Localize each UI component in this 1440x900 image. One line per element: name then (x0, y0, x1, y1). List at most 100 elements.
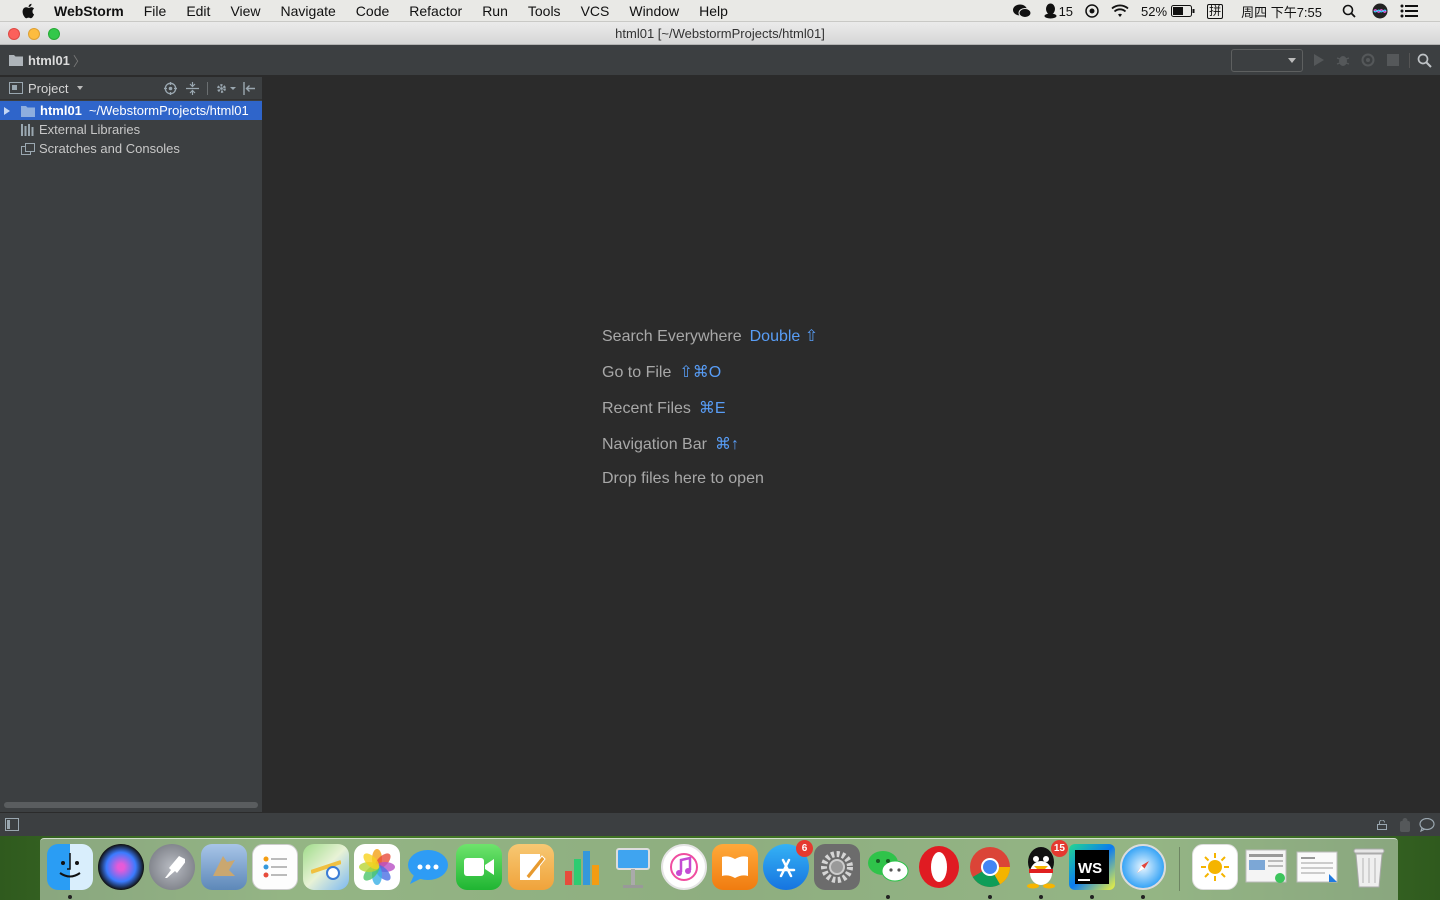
opera-icon[interactable] (916, 844, 962, 890)
hint-drop-files: Drop files here to open (602, 470, 764, 487)
qq-icon[interactable]: 15 (1018, 840, 1068, 890)
launchpad-icon[interactable] (149, 844, 195, 890)
status-bar (0, 812, 1440, 836)
menu-run[interactable]: Run (472, 0, 518, 22)
keynote-icon[interactable] (610, 844, 656, 890)
clock[interactable]: 周四 下午7:55 (1241, 2, 1322, 21)
wechat-status-icon[interactable] (1012, 3, 1032, 19)
vpn-icon[interactable] (1085, 4, 1099, 18)
notification-center-icon[interactable] (1400, 4, 1418, 18)
editor-area[interactable]: Search Everywhere Double ⇧ Go to File ⇧⌘O … (264, 77, 1440, 812)
ibooks-icon[interactable] (712, 844, 758, 890)
run-configuration-select[interactable] (1231, 49, 1303, 72)
locate-file-icon[interactable] (164, 82, 177, 95)
webstorm-logo-underline (1078, 879, 1090, 881)
window-title-bar: html01 [~/WebstormProjects/html01] (0, 22, 1440, 45)
inspector-icon[interactable] (1399, 818, 1411, 832)
system-preferences-icon[interactable] (814, 844, 860, 890)
brightness-app-icon[interactable] (1192, 844, 1238, 890)
wifi-icon[interactable] (1111, 4, 1129, 18)
qq-badge: 15 (1050, 840, 1068, 857)
itunes-icon[interactable] (661, 844, 707, 890)
stop-icon[interactable] (1385, 52, 1401, 68)
tree-item-external-libraries[interactable]: External Libraries (0, 120, 262, 139)
menu-vcs[interactable]: VCS (571, 0, 620, 22)
lock-icon[interactable] (1377, 820, 1387, 830)
folder-icon (9, 54, 23, 66)
reminders-icon[interactable] (252, 844, 298, 890)
running-indicator (1090, 895, 1094, 899)
app-store-badge: 6 (796, 840, 813, 857)
breadcrumb[interactable]: html01 〉 (9, 51, 86, 70)
apple-icon[interactable] (18, 3, 38, 19)
menu-tools[interactable]: Tools (518, 0, 571, 22)
tool-windows-toggle-icon[interactable] (5, 818, 19, 831)
app-store-icon[interactable]: 6 (763, 840, 813, 890)
running-indicator (886, 895, 890, 899)
menu-help[interactable]: Help (689, 0, 738, 22)
menu-navigate[interactable]: Navigate (271, 0, 346, 22)
menu-bar: WebStorm File Edit View Navigate Code Re… (0, 0, 1440, 22)
pages-icon[interactable] (508, 844, 554, 890)
coverage-icon[interactable] (1360, 52, 1376, 68)
navigation-bar: html01 〉 (0, 45, 1440, 76)
menu-app-name[interactable]: WebStorm (52, 0, 134, 22)
safari-icon[interactable] (1120, 844, 1166, 890)
project-view-selector[interactable]: Project (9, 80, 84, 96)
menu-edit[interactable]: Edit (176, 0, 220, 22)
facetime-icon[interactable] (456, 844, 502, 890)
documents-folder-icon[interactable] (1294, 844, 1340, 890)
hint-label: Navigation Bar (602, 436, 707, 453)
debug-icon[interactable] (1335, 52, 1351, 68)
numbers-icon[interactable] (559, 844, 605, 890)
collapse-all-icon[interactable] (186, 82, 199, 95)
spotlight-search-icon[interactable] (1342, 4, 1356, 18)
battery-icon[interactable] (1171, 5, 1195, 17)
webstorm-icon[interactable]: WS (1069, 844, 1115, 890)
hide-panel-icon[interactable] (243, 82, 256, 95)
input-method[interactable]: 拼 (1207, 3, 1224, 19)
hint-label: Search Everywhere (602, 328, 742, 345)
menu-code[interactable]: Code (346, 0, 399, 22)
close-window-button[interactable] (8, 28, 20, 40)
tree-item-label: Scratches and Consoles (39, 141, 180, 156)
wechat-icon[interactable] (865, 844, 911, 890)
project-panel-title: Project (28, 80, 69, 96)
tree-item-html01[interactable]: html01 ~/WebstormProjects/html01 (0, 101, 262, 120)
screenshot-folder-icon[interactable] (1243, 844, 1289, 890)
chevron-right-icon: 〉 (72, 53, 86, 69)
tree-item-path: ~/WebstormProjects/html01 (88, 103, 249, 118)
siri-icon[interactable] (1372, 3, 1388, 19)
run-icon[interactable] (1311, 52, 1327, 68)
hint-go-to-file: Go to File ⇧⌘O (602, 362, 721, 382)
menu-file[interactable]: File (134, 0, 177, 22)
chrome-icon[interactable] (967, 844, 1013, 890)
photos-icon[interactable] (354, 844, 400, 890)
qq-status-icon[interactable] (1044, 3, 1057, 19)
mail-ext-icon[interactable] (201, 844, 247, 890)
finder-icon[interactable] (47, 844, 93, 890)
zoom-window-button[interactable] (48, 28, 60, 40)
menu-view[interactable]: View (220, 0, 270, 22)
gear-icon[interactable] (215, 82, 228, 95)
hint-label: Recent Files (602, 400, 691, 417)
messages-icon[interactable] (405, 844, 451, 890)
search-icon[interactable] (1416, 52, 1432, 68)
breadcrumb-label: html01 (28, 52, 70, 68)
chevron-down-icon (230, 87, 236, 90)
menu-window[interactable]: Window (619, 0, 689, 22)
expand-arrow-icon[interactable] (4, 106, 10, 115)
project-panel: Project html01 ~/WebstormProjects/html01… (0, 77, 263, 812)
menu-refactor[interactable]: Refactor (399, 0, 472, 22)
maps-icon[interactable] (303, 844, 349, 890)
siri-dock-icon[interactable] (98, 844, 144, 890)
libraries-icon (21, 123, 35, 136)
event-log-icon[interactable] (1419, 818, 1435, 832)
hint-recent-files: Recent Files ⌘E (602, 398, 726, 418)
trash-icon[interactable] (1346, 844, 1392, 890)
chevron-down-icon (77, 86, 84, 90)
hint-label: Go to File (602, 364, 672, 381)
horizontal-scrollbar[interactable] (4, 802, 258, 808)
tree-item-scratches[interactable]: Scratches and Consoles (0, 139, 262, 158)
minimize-window-button[interactable] (28, 28, 40, 40)
